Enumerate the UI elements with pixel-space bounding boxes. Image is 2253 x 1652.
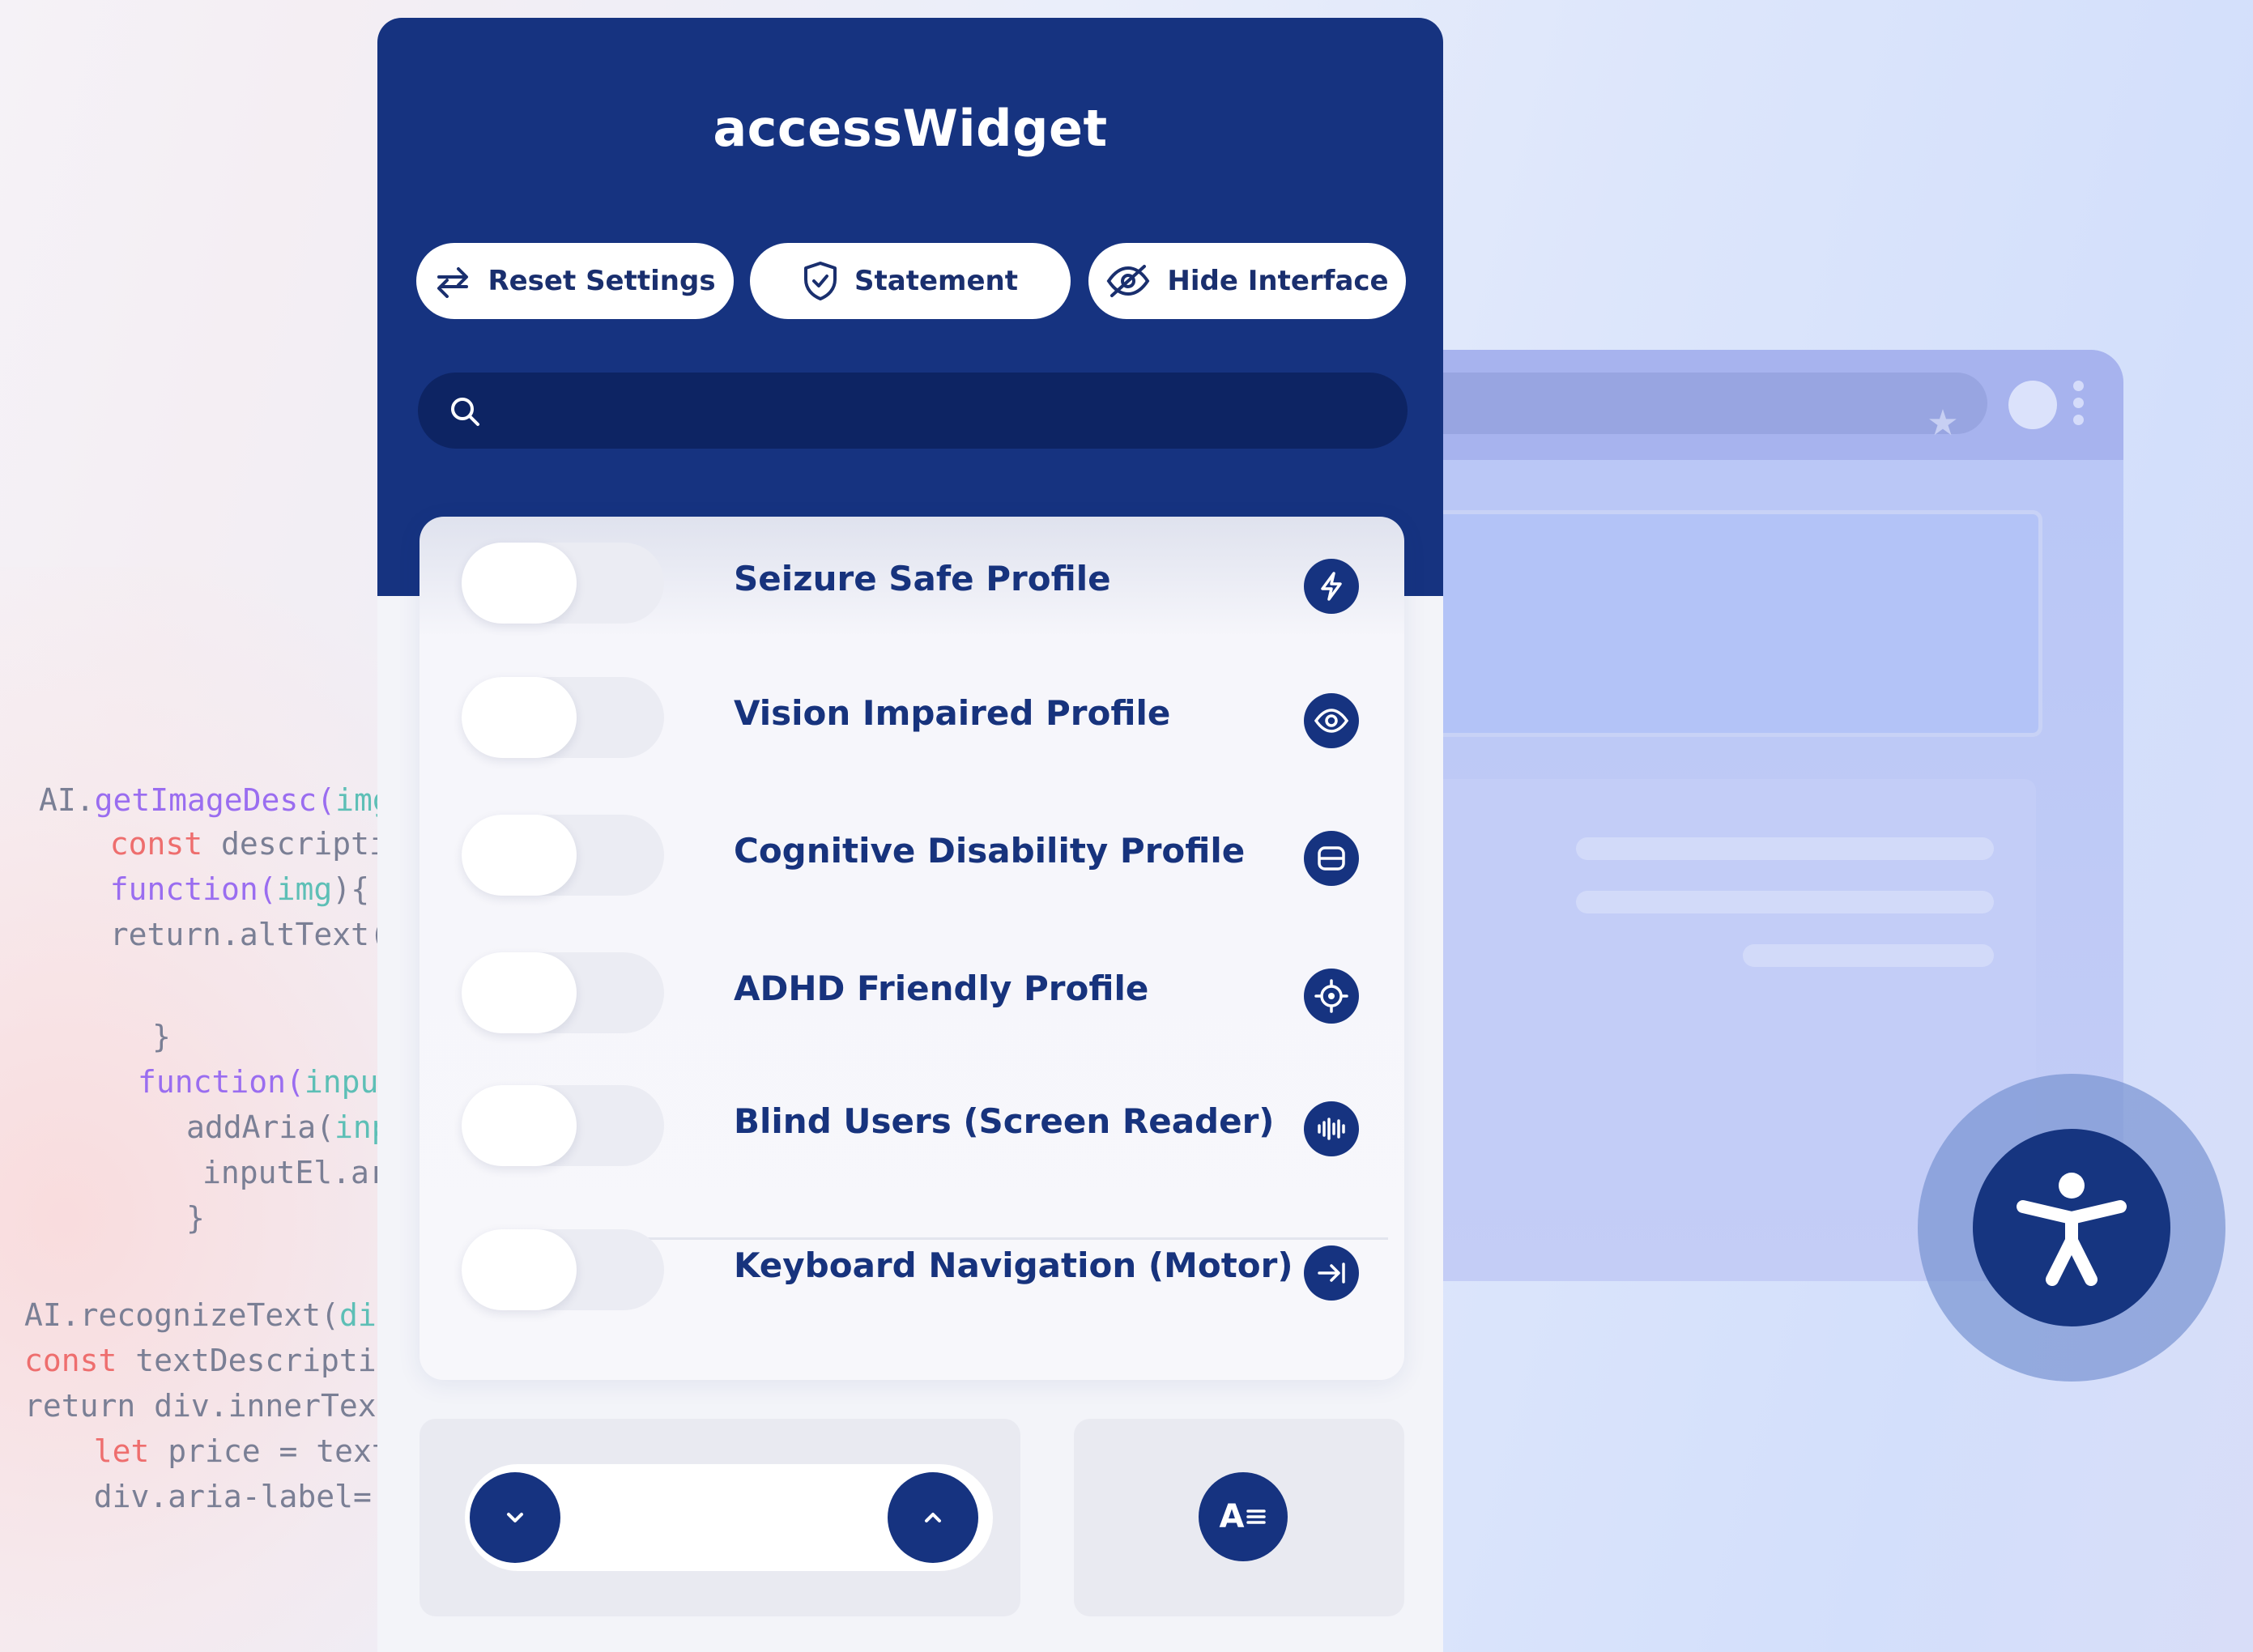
toggle-knob: [462, 677, 577, 758]
profile-label: Vision Impaired Profile: [734, 693, 1171, 733]
profile-label: Blind Users (Screen Reader): [734, 1101, 1275, 1141]
shield-check-icon: [804, 262, 837, 300]
widget-header: accessWidget Reset Settings Statement Hi…: [377, 18, 1443, 596]
avatar[interactable]: [2008, 381, 2057, 429]
chevron-down-icon: [507, 1513, 523, 1522]
code-token: div.aria-label=: [57, 1479, 390, 1514]
accessibility-button[interactable]: [1973, 1129, 2170, 1326]
swap-arrows-icon: [437, 267, 469, 298]
list-item: Seizure Safe Profile: [420, 517, 1404, 630]
lightning-icon: [1304, 559, 1359, 614]
code-token: AI.recognizeText(: [24, 1297, 339, 1333]
toggle-knob: [462, 815, 577, 896]
adhd-friendly-toggle[interactable]: [462, 952, 664, 1033]
toggle-knob: [462, 543, 577, 624]
toggle-knob: [462, 1085, 577, 1166]
screen-reader-toggle[interactable]: [462, 1085, 664, 1166]
brain-box-icon: [1304, 831, 1359, 886]
code-token: let: [57, 1433, 150, 1469]
keyboard-navigation-toggle[interactable]: [462, 1229, 664, 1310]
arrow-to-right-icon: [1304, 1245, 1359, 1301]
eye-off-icon: [1106, 265, 1150, 297]
code-token: return div.innerText}: [24, 1388, 414, 1424]
vision-impaired-toggle[interactable]: [462, 677, 664, 758]
profile-label: Seizure Safe Profile: [734, 559, 1111, 598]
search-input[interactable]: [418, 373, 1408, 449]
toggle-knob: [462, 1229, 577, 1310]
profile-label: ADHD Friendly Profile: [734, 969, 1149, 1008]
search-icon: [451, 398, 479, 426]
code-line: inputEl.ari: [202, 1155, 407, 1190]
list-item: Keyboard Navigation (Motor): [420, 1203, 1404, 1317]
code-token: }: [186, 1200, 205, 1236]
code-token: return.altText(: [73, 917, 388, 952]
seizure-safe-toggle[interactable]: [462, 543, 664, 624]
accessibility-person-icon: [2017, 1173, 2127, 1286]
star-icon[interactable]: ★: [1923, 403, 1963, 444]
text-line-placeholder: [1743, 944, 1994, 967]
code-line: }: [152, 1019, 171, 1054]
profile-label: Keyboard Navigation (Motor): [734, 1245, 1293, 1285]
code-token: const: [24, 1343, 117, 1378]
code-line: AI.recognizeText(div){: [24, 1297, 432, 1333]
code-token: AI.: [39, 782, 95, 818]
code-token: textDescription: [117, 1343, 414, 1378]
toggle-knob: [462, 952, 577, 1033]
code-token: getImageDesc(: [94, 782, 336, 818]
reset-settings-button[interactable]: Reset Settings: [416, 243, 734, 319]
code-line: }: [186, 1200, 205, 1236]
hide-interface-label: Hide Interface: [1167, 265, 1389, 297]
code-line: const textDescription: [24, 1343, 413, 1378]
code-line: AI.getImageDesc(img): [39, 782, 410, 818]
text-line-placeholder: [1576, 891, 1994, 913]
code-token: function(: [73, 871, 277, 907]
list-item: Blind Users (Screen Reader): [420, 1059, 1404, 1173]
increase-button[interactable]: [888, 1472, 978, 1563]
code-line: function(inputE: [138, 1064, 415, 1100]
code-line: return div.innerText}: [24, 1388, 413, 1424]
text-align-icon: [1246, 1509, 1267, 1524]
eye-icon: [1304, 693, 1359, 748]
list-item: Cognitive Disability Profile: [420, 789, 1404, 902]
list-item: ADHD Friendly Profile: [420, 926, 1404, 1040]
text-tool-card: A: [1074, 1419, 1404, 1616]
statement-label: Statement: [854, 265, 1018, 297]
text-align-button[interactable]: A: [1199, 1472, 1288, 1561]
code-token: inputEl.ari: [202, 1155, 407, 1190]
code-line: addAria(inpu: [186, 1109, 409, 1145]
text-tool-letter: A: [1219, 1498, 1245, 1535]
list-item: Vision Impaired Profile: [420, 651, 1404, 764]
cognitive-disability-toggle[interactable]: [462, 815, 664, 896]
code-token: ){: [332, 871, 370, 907]
code-token: img: [276, 871, 333, 907]
profile-label: Cognitive Disability Profile: [734, 831, 1246, 871]
code-token: const: [73, 826, 203, 862]
access-widget-panel: accessWidget Reset Settings Statement Hi…: [377, 18, 1443, 1652]
code-line: function(img){: [73, 871, 369, 907]
statement-button[interactable]: Statement: [750, 243, 1071, 319]
target-icon: [1304, 969, 1359, 1024]
code-token: function(: [138, 1064, 305, 1100]
reset-settings-label: Reset Settings: [488, 265, 716, 297]
decrease-button[interactable]: [470, 1472, 560, 1563]
adjust-control-card: [420, 1419, 1020, 1616]
code-token: }: [152, 1019, 171, 1054]
code-token: addAria(: [186, 1109, 335, 1145]
hide-interface-button[interactable]: Hide Interface: [1088, 243, 1406, 319]
profiles-list: Seizure Safe Profile Vision Impaired Pro…: [420, 517, 1404, 1380]
text-line-placeholder: [1576, 837, 1994, 860]
widget-title: accessWidget: [713, 99, 1108, 158]
chevron-up-icon: [925, 1513, 941, 1522]
audio-wave-icon: [1304, 1101, 1359, 1156]
kebab-menu-icon[interactable]: [2073, 381, 2085, 432]
